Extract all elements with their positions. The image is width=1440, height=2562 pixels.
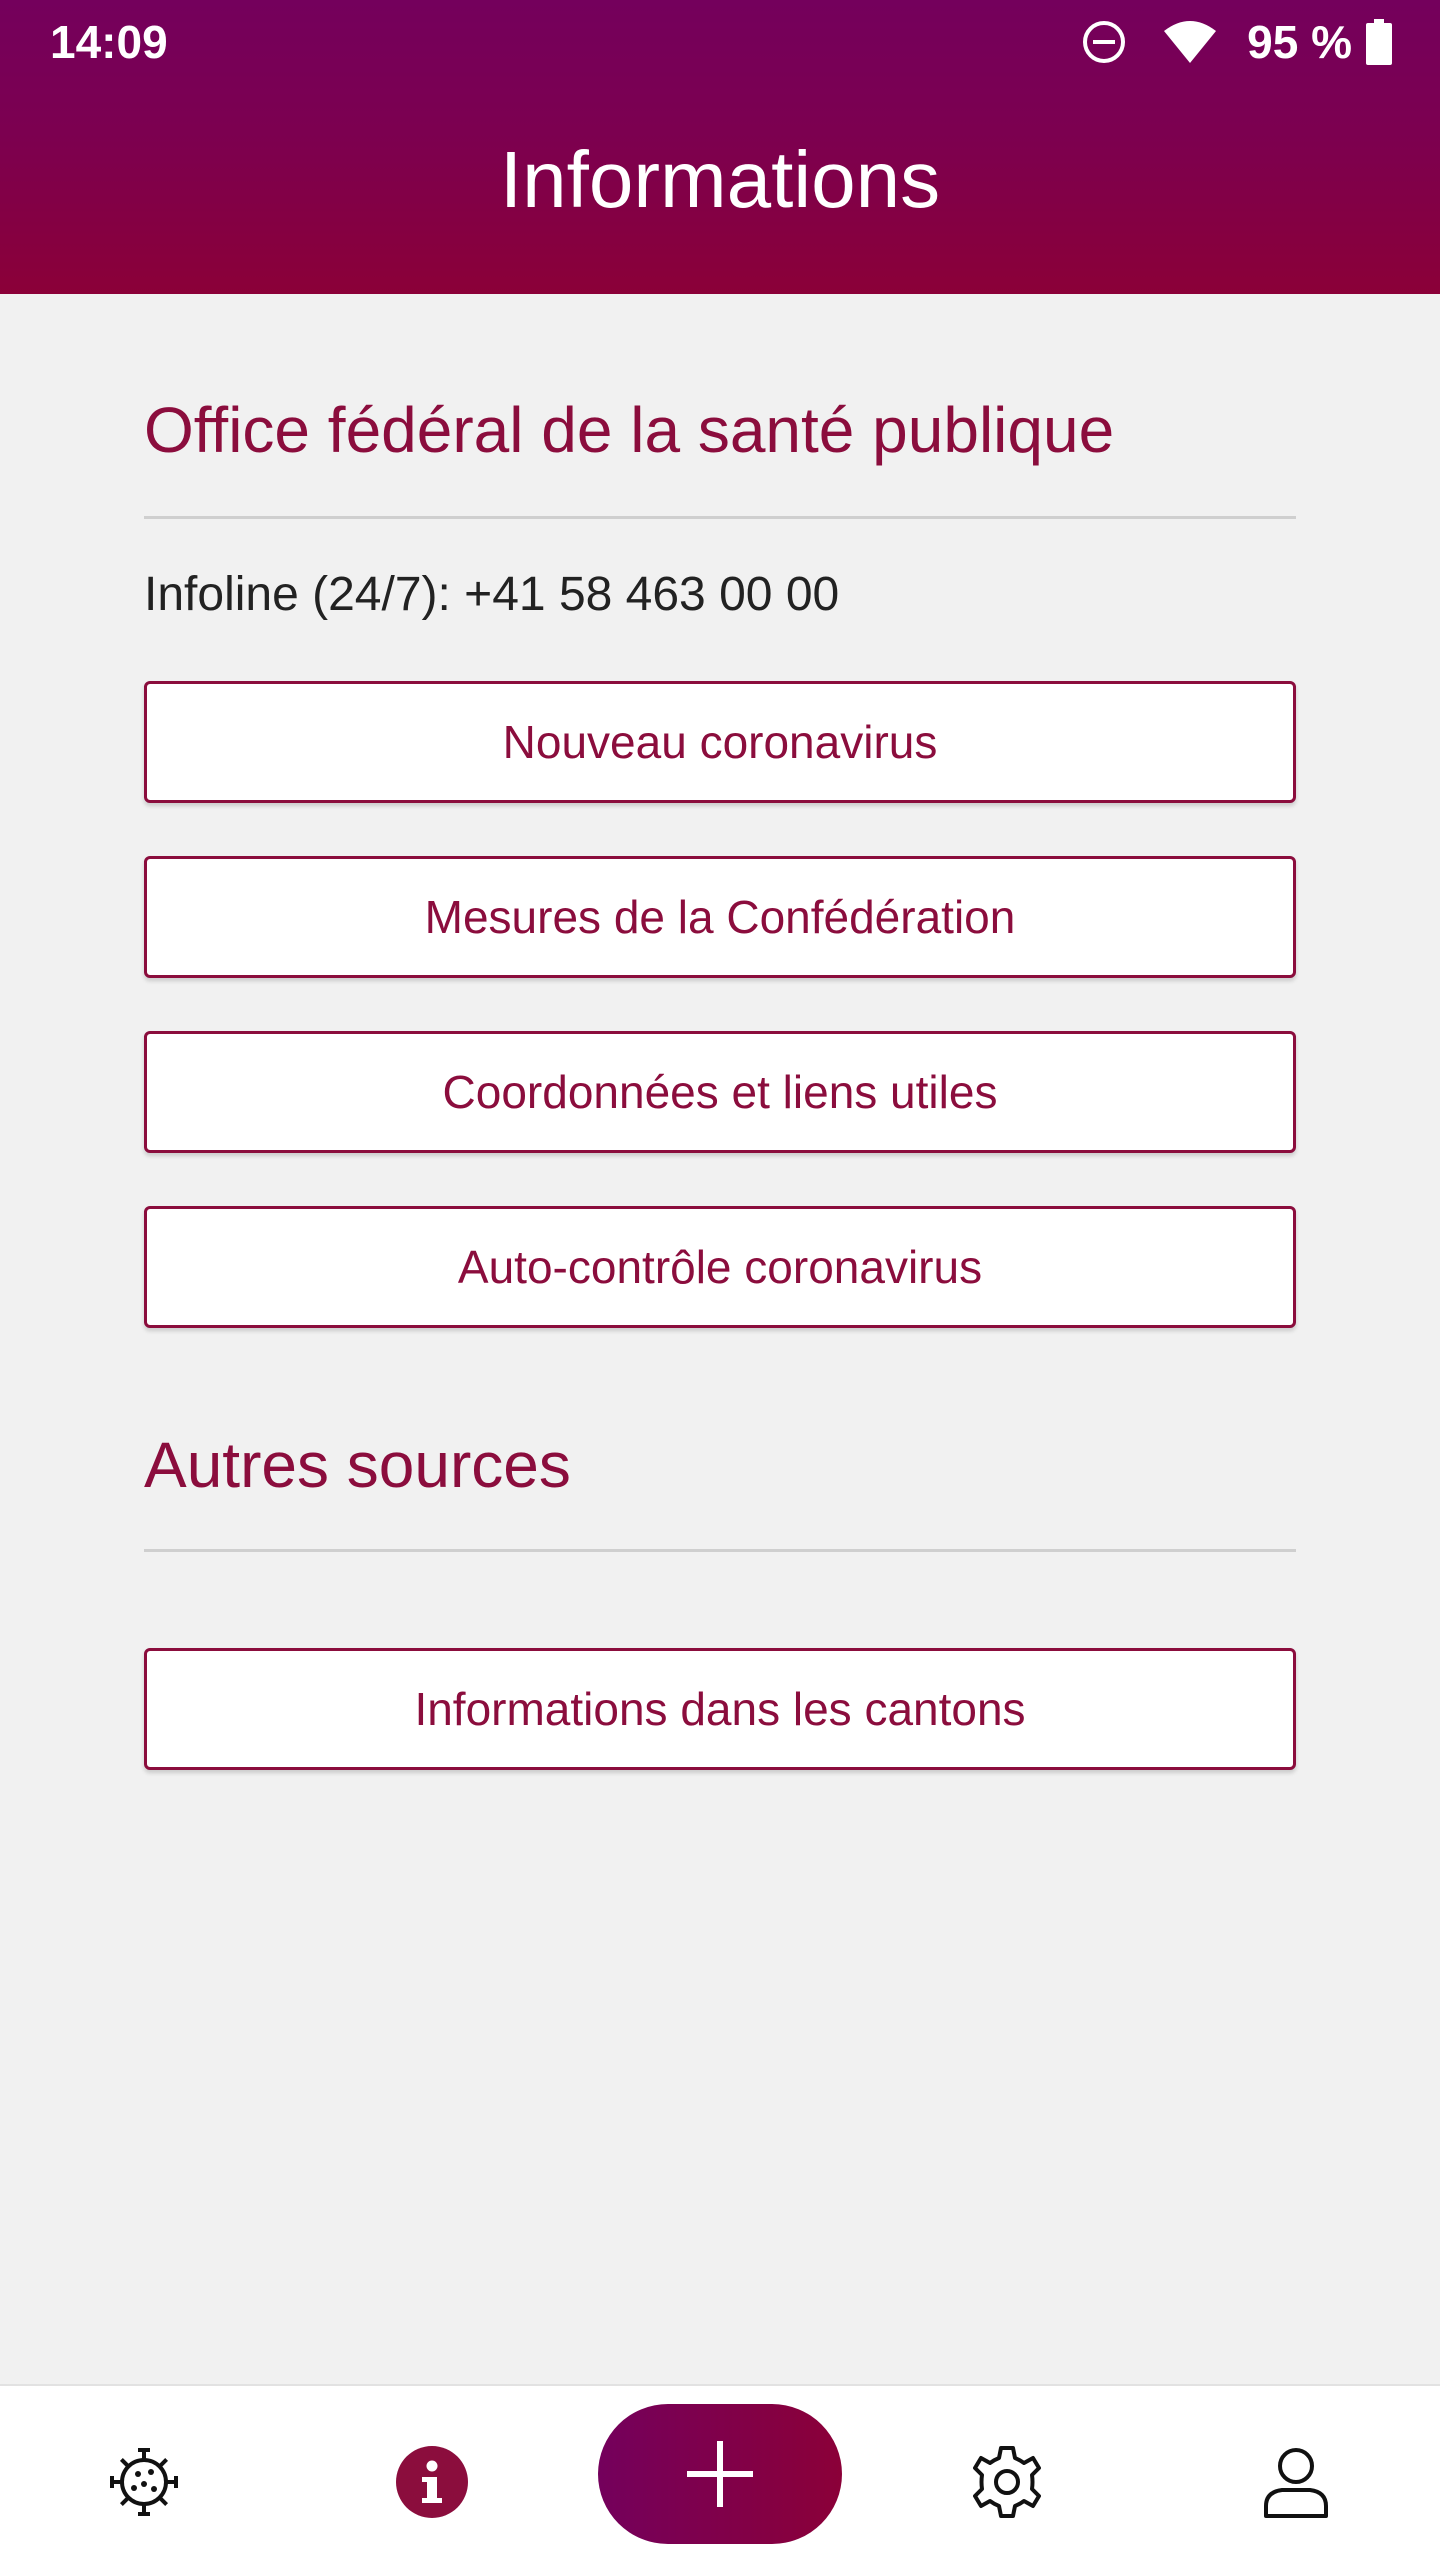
nav-item-profile[interactable] [1256, 2442, 1336, 2522]
gear-icon [973, 2446, 1041, 2518]
section-divider [144, 516, 1296, 519]
section-title-other: Autres sources [144, 1429, 571, 1501]
infoline-text: Infoline (24/7): +41 58 463 00 00 [144, 568, 840, 621]
battery-icon [1366, 19, 1392, 65]
bottom-navigation [0, 2384, 1440, 2562]
plus-icon [687, 2441, 753, 2507]
wifi-icon [1164, 21, 1217, 63]
coordonnees-liens-button[interactable]: Coordonnées et liens utiles [144, 1031, 1296, 1153]
do-not-disturb-icon [1083, 21, 1126, 63]
person-icon [1264, 2448, 1328, 2518]
nav-item-informations[interactable] [392, 2442, 472, 2522]
section-title-federal: Office fédéral de la santé publique [144, 394, 1115, 466]
status-bar: 14:09 95 % [0, 0, 1440, 84]
status-time: 14:09 [50, 16, 168, 68]
app-header: 14:09 95 % Informations [0, 0, 1440, 294]
nav-item-settings[interactable] [967, 2442, 1047, 2522]
nouveau-coronavirus-button[interactable]: Nouveau coronavirus [144, 681, 1296, 803]
mesures-confederation-button[interactable]: Mesures de la Confédération [144, 856, 1296, 978]
informations-cantons-button[interactable]: Informations dans les cantons [144, 1648, 1296, 1770]
info-icon [396, 2446, 468, 2518]
page-title: Informations [499, 135, 941, 224]
auto-controle-button[interactable]: Auto-contrôle coronavirus [144, 1206, 1296, 1328]
battery-percentage: 95 % [1247, 16, 1352, 68]
add-button[interactable] [598, 2404, 842, 2544]
section-divider [144, 1549, 1296, 1552]
virus-icon [110, 2448, 178, 2516]
nav-item-overview[interactable] [104, 2442, 184, 2522]
status-icons: 95 % [1081, 14, 1392, 70]
